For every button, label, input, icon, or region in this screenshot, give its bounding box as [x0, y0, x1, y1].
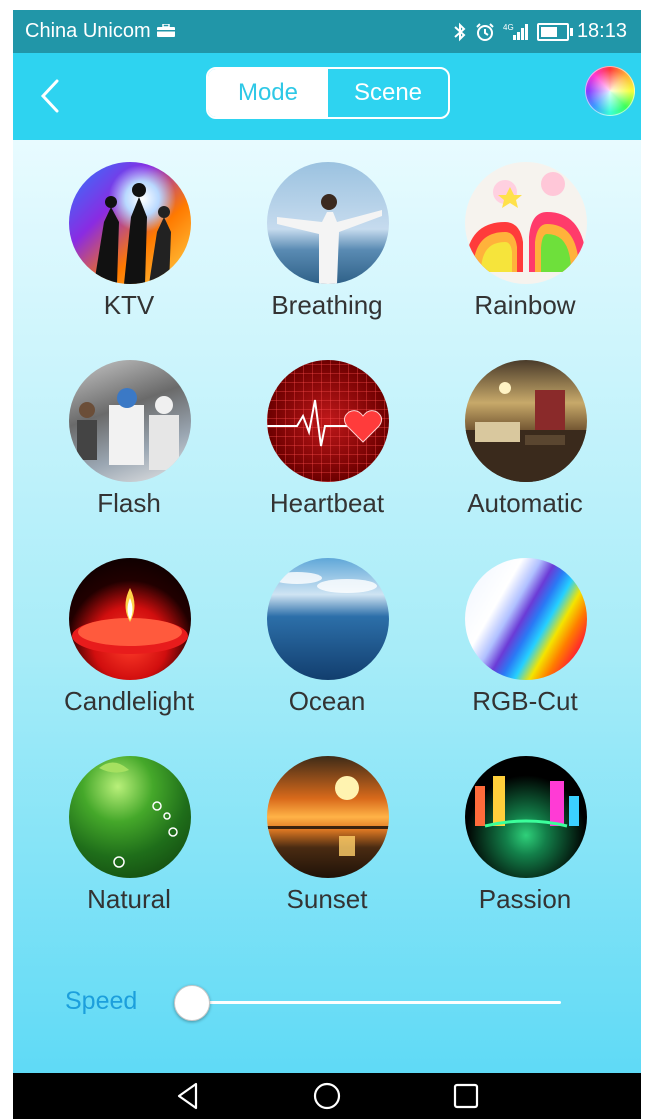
mode-label: RGB-Cut	[472, 686, 578, 716]
mode-item-candlelight[interactable]: Candlelight	[29, 536, 229, 726]
mode-label: Ocean	[288, 686, 366, 716]
mode-label: KTV	[103, 290, 155, 320]
mode-label: Rainbow	[474, 290, 576, 320]
recents-square-icon	[453, 1083, 479, 1109]
mode-item-heartbeat[interactable]: Heartbeat	[227, 338, 427, 528]
speed-control: Speed	[13, 975, 641, 1025]
signal-4g-icon: 4G	[503, 23, 528, 40]
carrier-name: China Unicom	[25, 20, 151, 42]
mode-label: Sunset	[286, 884, 368, 910]
mode-item-breathing[interactable]: Breathing	[227, 140, 427, 330]
bluetooth-icon	[454, 22, 466, 41]
mode-label: Breathing	[271, 290, 383, 320]
app-header: Mode Scene	[13, 53, 641, 140]
mode-item-ktv[interactable]: KTV	[29, 140, 229, 330]
rainbow-thumbnail	[465, 162, 587, 284]
phone-screen: China Unicom 4G 18:13 Mode Scene KTV Bre…	[13, 10, 641, 1119]
mode-item-passion[interactable]: Passion	[425, 734, 625, 910]
nav-home-button[interactable]	[307, 1079, 347, 1113]
mode-item-natural[interactable]: Natural	[29, 734, 229, 910]
nav-recents-button[interactable]	[446, 1079, 486, 1113]
mode-label: Automatic	[467, 488, 583, 518]
status-icons: 4G 18:13	[453, 20, 627, 43]
mode-item-rgb-cut[interactable]: RGB-Cut	[425, 536, 625, 726]
heartbeat-thumbnail	[267, 360, 389, 482]
svg-text:4G: 4G	[503, 23, 514, 32]
briefcase-icon	[157, 24, 175, 37]
tab-mode[interactable]: Mode	[208, 69, 328, 117]
alarm-icon	[476, 22, 494, 41]
clock: 18:13	[576, 20, 627, 42]
mode-label: Heartbeat	[269, 488, 385, 518]
rgb-cut-thumbnail	[465, 558, 587, 680]
battery-icon	[536, 22, 573, 41]
system-nav-bar	[13, 1073, 641, 1119]
nav-back-button[interactable]	[168, 1079, 208, 1113]
sunset-thumbnail	[267, 756, 389, 878]
tab-scene[interactable]: Scene	[328, 69, 448, 117]
mode-label: Passion	[478, 884, 572, 910]
mode-item-rainbow[interactable]: Rainbow	[425, 140, 625, 330]
natural-thumbnail	[69, 756, 191, 878]
mode-scene-toggle: Mode Scene	[206, 67, 450, 119]
status-bar: China Unicom 4G 18:13	[13, 10, 641, 53]
mode-label: Flash	[97, 488, 161, 518]
flash-thumbnail	[69, 360, 191, 482]
mode-item-sunset[interactable]: Sunset	[227, 734, 427, 910]
mode-item-ocean[interactable]: Ocean	[227, 536, 427, 726]
chevron-left-icon	[40, 79, 59, 113]
home-circle-icon	[313, 1082, 341, 1110]
mode-item-flash[interactable]: Flash	[29, 338, 229, 528]
breathing-thumbnail	[267, 162, 389, 284]
back-triangle-icon	[177, 1082, 198, 1110]
speed-slider-thumb[interactable]	[174, 985, 210, 1021]
passion-thumbnail	[465, 756, 587, 878]
speed-label: Speed	[65, 987, 138, 1015]
mode-label: Natural	[87, 884, 171, 910]
automatic-thumbnail	[465, 360, 587, 482]
candlelight-thumbnail	[69, 558, 191, 680]
mode-grid: KTV Breathing Rainbow Flash Heartbeat Au…	[13, 140, 641, 910]
color-wheel-icon[interactable]	[585, 66, 635, 116]
ktv-thumbnail	[69, 162, 191, 284]
mode-label: Candlelight	[63, 686, 195, 716]
ocean-thumbnail	[267, 558, 389, 680]
mode-item-automatic[interactable]: Automatic	[425, 338, 625, 528]
speed-slider-track[interactable]	[191, 1001, 561, 1004]
mode-content: KTV Breathing Rainbow Flash Heartbeat Au…	[13, 140, 641, 1073]
back-button[interactable]	[31, 71, 71, 121]
